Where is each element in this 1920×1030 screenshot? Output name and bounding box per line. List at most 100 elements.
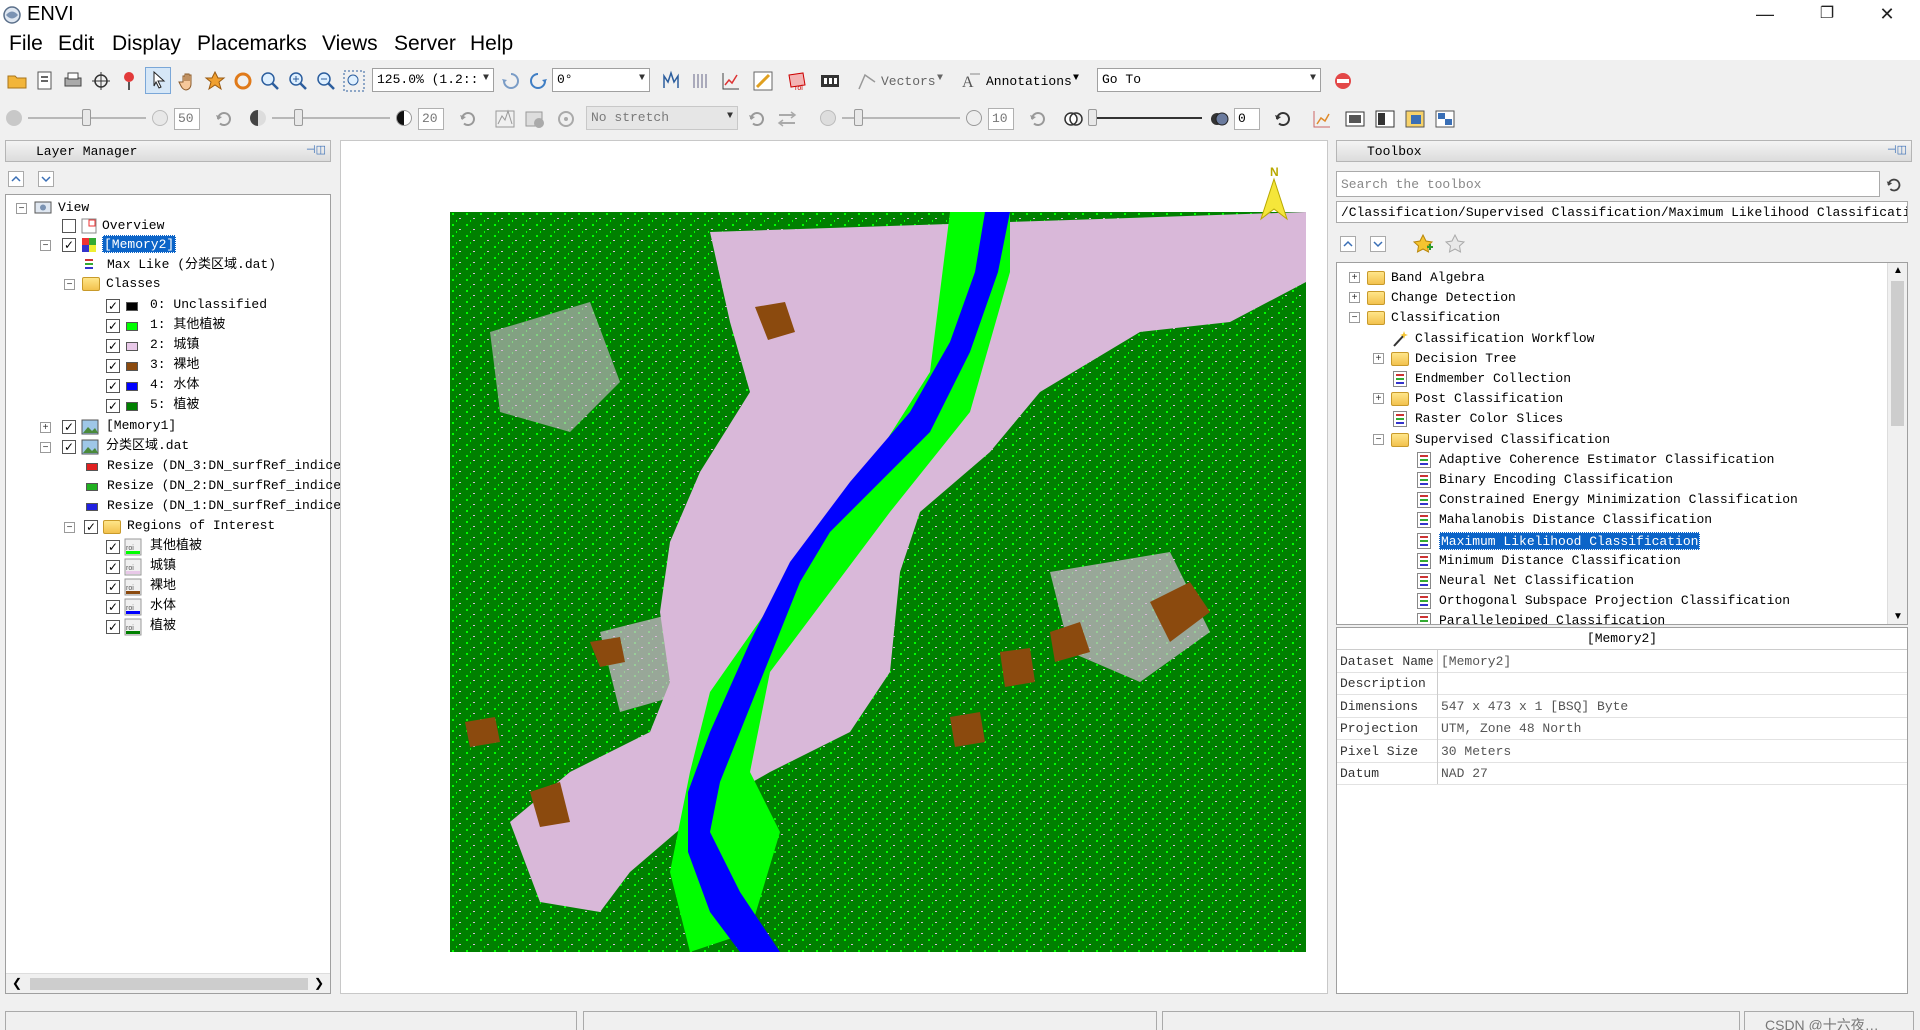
add-favorite-icon[interactable] <box>1412 233 1434 255</box>
rotate-right-icon[interactable] <box>527 70 549 92</box>
stretch-combo[interactable]: No stretch ▼ <box>586 106 738 130</box>
fly-icon[interactable] <box>204 70 226 92</box>
classification-image[interactable] <box>450 212 1306 952</box>
transparency-slider-thumb[interactable] <box>1088 109 1097 126</box>
refresh-icon[interactable] <box>1272 108 1294 130</box>
map-view[interactable]: N <box>340 140 1328 994</box>
class-label[interactable]: 5: 植被 <box>150 395 199 415</box>
property-value[interactable]: NAD 27 <box>1441 763 1488 785</box>
refresh-icon[interactable] <box>746 108 768 130</box>
property-value[interactable]: 30 Meters <box>1441 741 1511 763</box>
select-tool-active[interactable] <box>145 67 171 94</box>
vectors-dropdown-icon[interactable]: ▼ <box>937 73 943 84</box>
stretch-type-icon[interactable] <box>524 108 546 130</box>
roi-label[interactable]: 水体 <box>150 596 176 616</box>
print-icon[interactable] <box>62 70 84 92</box>
toolbox-item[interactable]: Neural Net Classification <box>1439 571 1634 591</box>
expander-expand-icon[interactable]: + <box>1373 393 1384 405</box>
vector-icon[interactable] <box>856 70 878 92</box>
layer-collapse-icon[interactable] <box>8 171 24 192</box>
toolbox-search-input[interactable]: Search the toolbox <box>1336 171 1880 197</box>
memory1-checkbox[interactable]: ✓ <box>62 420 76 434</box>
classes-label[interactable]: Classes <box>106 274 161 294</box>
menu-edit[interactable]: Edit <box>58 32 94 56</box>
menu-server[interactable]: Server <box>394 32 456 56</box>
dataset-checkbox[interactable]: ✓ <box>62 440 76 454</box>
menu-file[interactable]: File <box>9 32 43 56</box>
class-label[interactable]: 0: Unclassified <box>150 295 267 315</box>
roi-folder-label[interactable]: Regions of Interest <box>127 516 275 536</box>
class-label[interactable]: 1: 其他植被 <box>150 315 225 335</box>
scrollbar-thumb[interactable] <box>1891 281 1904 426</box>
stop-icon[interactable] <box>1332 70 1354 92</box>
crosshair-icon[interactable] <box>90 70 112 92</box>
expander-collapse-icon[interactable]: − <box>16 203 27 214</box>
class-label[interactable]: 3: 裸地 <box>150 355 199 375</box>
toolbox-item[interactable]: Orthogonal Subspace Projection Classific… <box>1439 591 1790 611</box>
pan-hand-icon[interactable] <box>177 70 199 92</box>
property-value[interactable]: 547 x 473 x 1 [BSQ] Byte <box>1441 696 1628 718</box>
rotate-left-icon[interactable] <box>500 70 522 92</box>
pin-icon[interactable]: ⊣◫ <box>306 143 326 157</box>
class-checkbox[interactable]: ✓ <box>106 339 120 353</box>
class-label[interactable]: 4: 水体 <box>150 375 199 395</box>
roi-checkbox[interactable]: ✓ <box>106 620 120 634</box>
annotation-icon[interactable]: A <box>960 70 982 92</box>
toolbox-item[interactable]: Raster Color Slices <box>1415 409 1563 429</box>
toolbox-path-field[interactable]: /Classification/Supervised Classificatio… <box>1336 201 1908 223</box>
menu-placemarks[interactable]: Placemarks <box>197 32 307 56</box>
crosshairs-tool-icon[interactable] <box>660 70 682 92</box>
view-icon[interactable] <box>1344 108 1366 130</box>
roi-checkbox[interactable]: ✓ <box>106 600 120 614</box>
annotations-dropdown-icon[interactable]: ▼ <box>1073 73 1079 84</box>
view-label[interactable]: View <box>58 198 89 218</box>
class-checkbox[interactable]: ✓ <box>106 319 120 333</box>
zoom-out-icon[interactable] <box>315 70 337 92</box>
vectors-label[interactable]: Vectors <box>881 74 936 89</box>
roi-tool-icon[interactable]: roi <box>786 70 808 92</box>
class-checkbox[interactable]: ✓ <box>106 299 120 313</box>
scroll-right-icon[interactable]: ❯ <box>314 976 324 990</box>
toolbox-item[interactable]: Constrained Energy Minimization Classifi… <box>1439 490 1798 510</box>
scroll-down-icon[interactable]: ▼ <box>1893 611 1903 622</box>
contrast-slider-thumb[interactable] <box>294 109 303 126</box>
class-checkbox[interactable]: ✓ <box>106 379 120 393</box>
roi-label[interactable]: 裸地 <box>150 576 176 596</box>
zoom-in-icon[interactable] <box>287 70 309 92</box>
roi-label[interactable]: 其他植被 <box>150 536 202 556</box>
roi-folder-checkbox[interactable]: ✓ <box>84 520 98 534</box>
band-label[interactable]: Resize (DN_2:DN_surfRef_indice) <box>107 476 349 496</box>
menu-help[interactable]: Help <box>470 32 513 56</box>
chart-icon[interactable] <box>1311 108 1333 130</box>
toolbox-vscrollbar[interactable]: ▲ ▼ <box>1887 263 1907 624</box>
band-label[interactable]: Resize (DN_1:DN_surfRef_indice) <box>107 496 349 516</box>
refresh-icon[interactable] <box>1027 108 1049 130</box>
toolbox-item[interactable]: Binary Encoding Classification <box>1439 470 1673 490</box>
annotations-label[interactable]: Annotations <box>986 74 1072 89</box>
scroll-up-icon[interactable]: ▲ <box>1893 265 1903 276</box>
toolbox-item[interactable]: Adaptive Coherence Estimator Classificat… <box>1439 450 1774 470</box>
sharpen-value-field[interactable]: 10 <box>988 108 1014 130</box>
pin-icon[interactable]: ⊣◫ <box>1887 143 1907 157</box>
memory2-checkbox[interactable]: ✓ <box>62 238 76 252</box>
toolbox-item[interactable]: Supervised Classification <box>1415 430 1610 450</box>
cursor-value-icon[interactable] <box>690 70 712 92</box>
roi-label[interactable]: 植被 <box>150 616 176 636</box>
transparency-value-field[interactable]: 0 <box>1234 108 1260 130</box>
class-checkbox[interactable]: ✓ <box>106 399 120 413</box>
toolbox-item[interactable]: Parallelepiped Classification <box>1439 611 1665 624</box>
transparency-slider-track[interactable] <box>1088 117 1202 119</box>
expander-collapse-icon[interactable]: − <box>40 442 51 453</box>
memory1-layer-label[interactable]: [Memory1] <box>106 416 176 436</box>
toolbox-item[interactable]: Classification <box>1391 308 1500 328</box>
contrast-value-field[interactable]: 20 <box>418 108 444 130</box>
open-folder-icon[interactable] <box>6 70 28 92</box>
scroll-left-icon[interactable]: ❮ <box>12 976 22 990</box>
expander-expand-icon[interactable]: + <box>1349 272 1360 283</box>
roi-label[interactable]: 城镇 <box>150 556 176 576</box>
roi-checkbox[interactable]: ✓ <box>106 580 120 594</box>
minimize-button[interactable]: — <box>1742 0 1788 30</box>
close-button[interactable]: ✕ <box>1864 0 1910 30</box>
expander-expand-icon[interactable]: + <box>1349 292 1360 304</box>
overview-label[interactable]: Overview <box>102 216 164 236</box>
